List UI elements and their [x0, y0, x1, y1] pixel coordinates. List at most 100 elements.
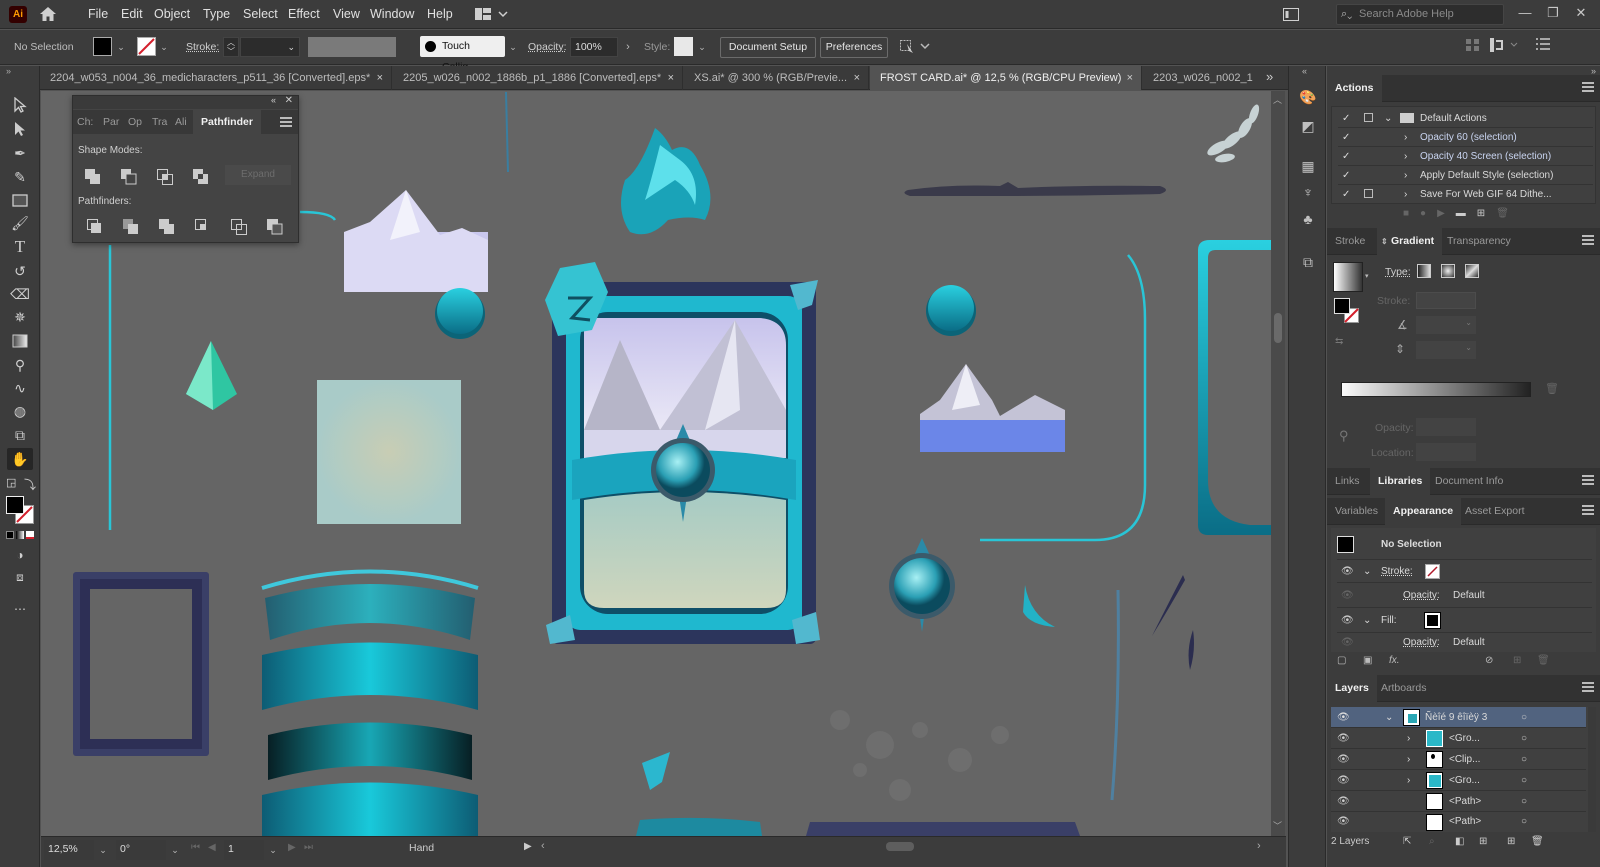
visibility-eye-icon[interactable]: 👁 — [1337, 707, 1350, 728]
layer-name[interactable]: <Path> — [1449, 791, 1481, 812]
dialog-toggle-icon[interactable] — [1364, 113, 1373, 122]
freeform-gradient-button[interactable] — [1465, 264, 1479, 278]
dialog-toggle-icon[interactable] — [1364, 189, 1373, 198]
current-tool-status[interactable]: Hand — [409, 842, 434, 854]
opacity-field[interactable]: 100% — [570, 37, 618, 57]
radial-gradient-button[interactable] — [1441, 264, 1455, 278]
gradient-panel-icon[interactable]: ◩ — [1298, 116, 1318, 136]
tab-pathfinder[interactable]: Pathfinder — [193, 110, 261, 134]
brushes-icon[interactable]: ♆ — [1298, 182, 1318, 202]
paintbrush-tool-icon[interactable]: 🖌 — [7, 212, 33, 234]
visibility-eye-icon[interactable]: 👁 — [1337, 728, 1350, 749]
screen-mode-icon[interactable]: ⧈ — [7, 566, 33, 588]
gradient-menu-icon[interactable] — [1582, 235, 1594, 245]
preferences-button[interactable]: Preferences — [820, 37, 888, 58]
expand-arrow-icon[interactable]: ⌄ — [1384, 109, 1392, 128]
sublayer-row[interactable]: 👁 › <Gro... ○ — [1331, 728, 1586, 749]
last-artboard-icon[interactable]: ⏭ — [304, 842, 313, 853]
draw-mode-icon[interactable]: ◑ — [7, 544, 33, 566]
sublayer-row[interactable]: 👁 <Path> ○ — [1331, 791, 1586, 812]
toggle-check-icon[interactable]: ✓ — [1342, 166, 1350, 185]
scroll-thumb[interactable] — [1274, 313, 1282, 343]
delete-action-icon[interactable]: 🗑 — [1496, 208, 1520, 219]
stop-location-field[interactable] — [1416, 443, 1476, 461]
color-guide-icon[interactable]: 🎨 — [1298, 87, 1318, 107]
minimize-button[interactable]: — — [1512, 3, 1538, 23]
zoom-dropdown[interactable]: ⌄ — [96, 841, 110, 859]
visibility-eye-icon[interactable]: 👁 — [1337, 749, 1350, 770]
fill-color-icon[interactable] — [6, 496, 24, 514]
shape-builder-tool-icon[interactable]: ◍ — [7, 400, 33, 422]
libraries-menu-icon[interactable] — [1582, 475, 1594, 485]
layers-menu-icon[interactable] — [1582, 682, 1594, 692]
layer-name[interactable]: <Clip... — [1449, 749, 1480, 770]
tab-gradient[interactable]: ⇕ Gradient — [1377, 228, 1443, 255]
menu-window[interactable]: Window — [370, 7, 414, 21]
delete-layer-icon[interactable]: 🗑 — [1531, 836, 1544, 847]
collapse-panel-icon[interactable]: « — [271, 95, 276, 105]
expand-panels-icon[interactable]: « — [1302, 66, 1307, 76]
direct-selection-tool-icon[interactable] — [7, 118, 33, 140]
outline-icon[interactable] — [229, 217, 249, 237]
collapse-toolbar-icon[interactable]: » — [6, 66, 11, 76]
more-tools-icon[interactable]: ⋯ — [7, 598, 33, 620]
tab-character[interactable]: Ch: — [73, 110, 97, 134]
doc-tab-5[interactable]: 2203_w026_n002_1 — [1143, 66, 1253, 90]
tab-document-info[interactable]: Document Info — [1427, 468, 1511, 495]
rotation-field[interactable]: 0° — [116, 840, 166, 860]
menu-help[interactable]: Help — [427, 7, 453, 21]
menu-select[interactable]: Select — [243, 7, 278, 21]
zoom-field[interactable]: 12,5% — [44, 840, 94, 860]
target-icon[interactable]: ○ — [1521, 749, 1527, 770]
tab-variables[interactable]: Variables — [1327, 498, 1386, 525]
action-row[interactable]: ✓ › Opacity 60 (selection) — [1338, 128, 1593, 147]
menu-file[interactable]: File — [88, 7, 108, 21]
doc-tab-2[interactable]: 2205_w026_n002_1886b_p1_1886 [Converted]… — [393, 66, 683, 90]
expand-arrow-icon[interactable]: › — [1404, 166, 1407, 185]
next-artboard-icon[interactable]: ▶ — [288, 842, 296, 853]
arrange-documents-icon[interactable] — [1283, 8, 1299, 21]
select-similar-icon[interactable] — [899, 39, 931, 55]
h-scroll-thumb[interactable] — [886, 842, 914, 851]
panel-menu-icon[interactable] — [280, 117, 292, 127]
hand-tool-icon[interactable]: ✋ — [7, 448, 33, 470]
merge-icon[interactable] — [157, 217, 177, 237]
crop-icon[interactable] — [193, 217, 213, 237]
close-panel-icon[interactable]: ✕ — [285, 95, 293, 106]
new-action-icon[interactable]: ⊞ — [1477, 208, 1496, 219]
opacity-attribute-label[interactable]: Opacity: — [1403, 634, 1440, 652]
collect-export-icon[interactable]: ⇱ — [1403, 836, 1411, 847]
horizontal-scrollbar[interactable] — [556, 842, 1246, 852]
toggle-check-icon[interactable]: ✓ — [1342, 185, 1350, 204]
stroke-none-icon[interactable] — [1425, 564, 1440, 579]
menu-view[interactable]: View — [333, 7, 360, 21]
stroke-none-swatch[interactable] — [137, 37, 156, 56]
scroll-right-icon[interactable]: › — [1257, 840, 1261, 852]
tab-transparency[interactable]: Transparency — [1439, 228, 1519, 255]
stroke-label[interactable]: Stroke: — [186, 41, 219, 53]
doc-tab-1[interactable]: 2204_w053_n004_36_medicharacters_p511_36… — [40, 66, 392, 90]
toggle-check-icon[interactable]: ✓ — [1342, 128, 1350, 147]
tab-links[interactable]: Links — [1327, 468, 1368, 495]
delete-item-icon[interactable]: 🗑 — [1537, 655, 1550, 666]
add-fill-icon[interactable]: ▣ — [1363, 655, 1372, 666]
stroke-attribute-label[interactable]: Stroke: — [1381, 560, 1413, 584]
first-artboard-icon[interactable]: ⏮ — [191, 842, 200, 853]
scroll-left-icon[interactable]: ‹ — [541, 840, 545, 852]
action-set-row[interactable]: ✓ ⌄ Default Actions — [1338, 109, 1593, 128]
action-row[interactable]: ✓ › Apply Default Style (selection) — [1338, 166, 1593, 185]
stroke-gradient-options[interactable] — [1416, 292, 1476, 309]
menu-object[interactable]: Object — [154, 7, 190, 21]
brush-dropdown[interactable]: ⌄ — [506, 38, 520, 56]
eraser-tool-icon[interactable]: ⌫ — [7, 283, 33, 305]
fill-black-icon[interactable] — [1424, 612, 1441, 629]
gradient-preview-swatch[interactable] — [1333, 262, 1363, 292]
tab-layers[interactable]: Layers — [1327, 675, 1377, 702]
opacity-arrow[interactable]: › — [621, 38, 635, 56]
eyedropper-tool-icon[interactable]: ⚲ — [7, 354, 33, 376]
artboard-tool-icon[interactable]: ⧉ — [7, 424, 33, 446]
minus-back-icon[interactable] — [265, 217, 285, 237]
target-icon[interactable]: ○ — [1521, 707, 1527, 728]
unite-icon[interactable] — [83, 167, 103, 187]
expand-arrow-icon[interactable]: › — [1404, 147, 1407, 166]
